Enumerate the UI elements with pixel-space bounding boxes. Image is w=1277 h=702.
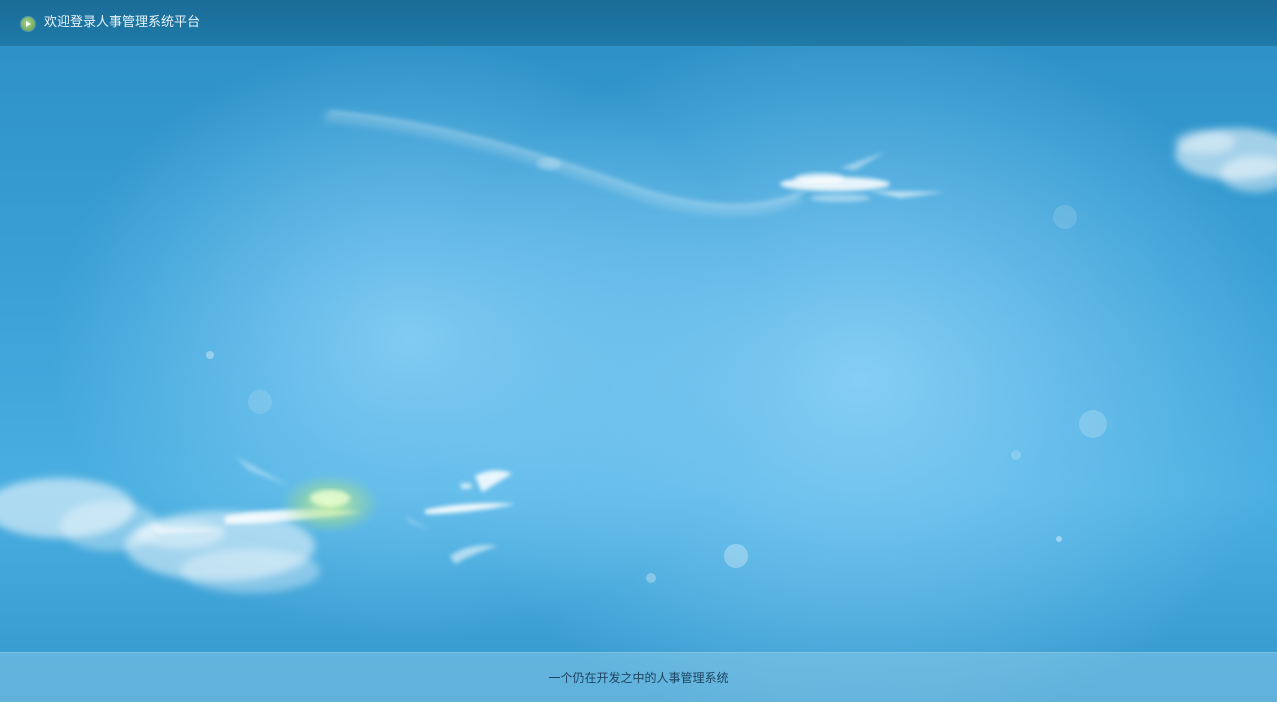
cloud-top-center — [780, 152, 945, 202]
green-glow — [280, 474, 380, 534]
welcome-title: 欢迎登录人事管理系统平台 — [44, 15, 201, 30]
cloud-small-middle — [405, 470, 515, 564]
cloud-top-right — [1175, 128, 1277, 192]
sky-background-illustration — [0, 111, 1277, 593]
bokeh-bubbles — [206, 205, 1107, 583]
play-circle-icon — [21, 17, 35, 31]
footer-bar: 一个仍在开发之中的人事管理系统 — [0, 652, 1277, 702]
login-page: 欢迎登录人事管理系统平台 一个仍在开发之中的人事管理系统 — [0, 0, 1277, 702]
cloud-streak-left — [150, 456, 362, 534]
cloud-bottom-left — [0, 478, 320, 593]
light-streak — [324, 111, 803, 216]
top-bar: 欢迎登录人事管理系统平台 — [0, 0, 1277, 46]
footer-text: 一个仍在开发之中的人事管理系统 — [548, 671, 729, 685]
